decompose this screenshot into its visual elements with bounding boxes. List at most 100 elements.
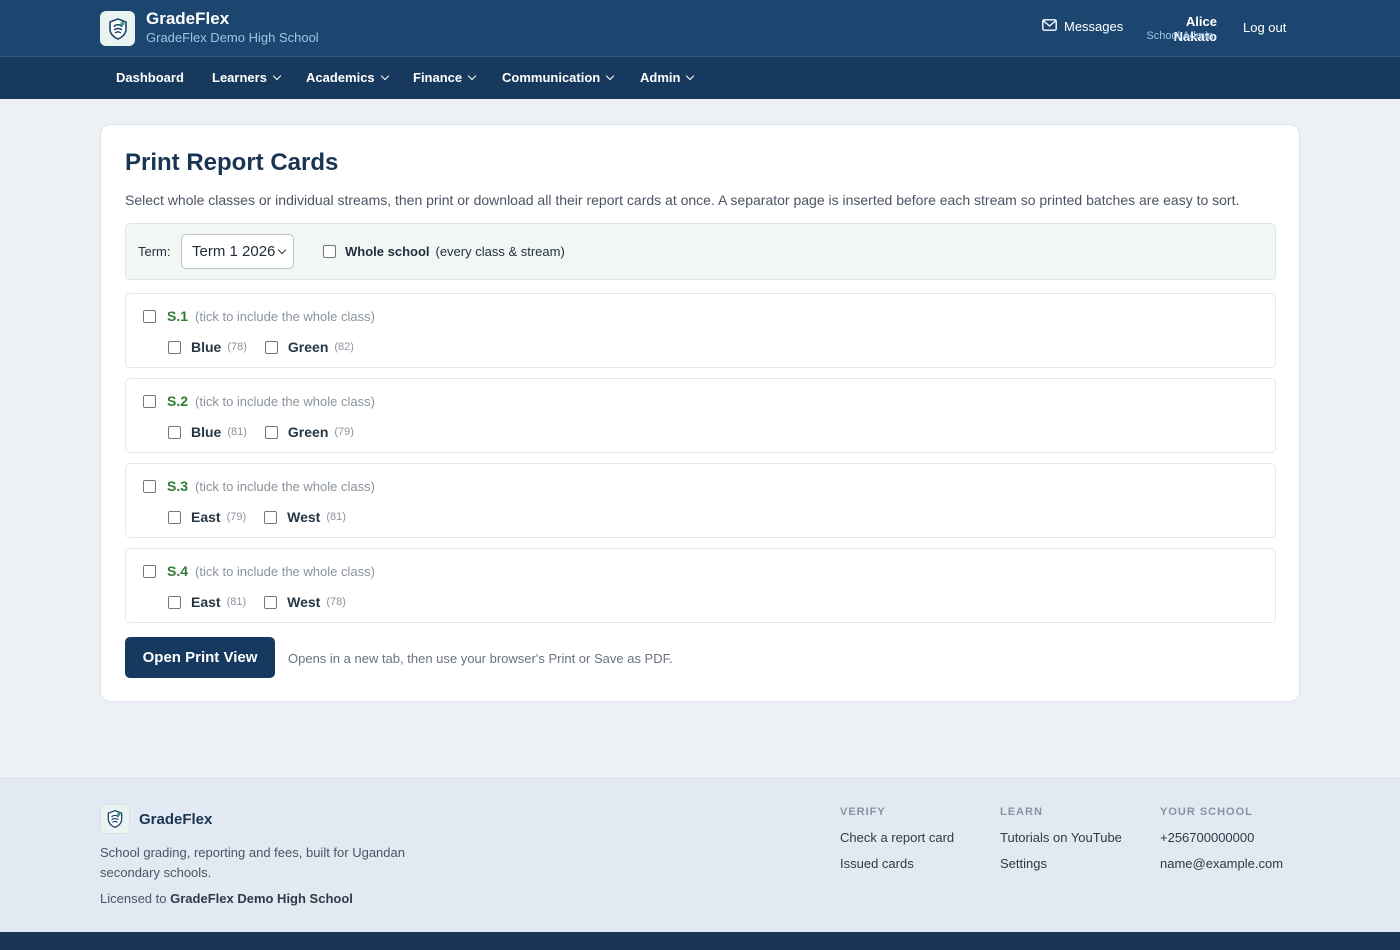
nav-finance[interactable]: Finance xyxy=(413,70,477,85)
stream-count: (81) xyxy=(226,596,247,608)
stream-count: (79) xyxy=(334,426,354,438)
class-row[interactable]: S.4 (tick to include the whole class) xyxy=(143,563,375,579)
class-checkbox-s4[interactable] xyxy=(143,564,156,578)
stream-name: East xyxy=(191,509,221,525)
nav-admin-label: Admin xyxy=(640,70,681,85)
school-name: GradeFlex Demo High School xyxy=(146,30,319,45)
term-label: Term: xyxy=(138,244,171,259)
class-hint: (tick to include the whole class) xyxy=(195,563,375,579)
chevron-down-icon xyxy=(277,245,287,255)
stream-name: West xyxy=(287,509,321,525)
footer-link[interactable]: Tutorials on YouTube xyxy=(1000,829,1122,846)
term-select-value: Term 1 2026 xyxy=(192,243,276,260)
filter-bar: Term: Term 1 2026 Whole school (every cl… xyxy=(125,223,1276,280)
stream-checkbox[interactable] xyxy=(168,425,181,439)
stream-option[interactable]: Blue (78) xyxy=(168,339,247,355)
nav-communication[interactable]: Communication xyxy=(502,70,615,85)
whole-school-hint: (every class & stream) xyxy=(435,244,565,259)
nav-admin[interactable]: Admin xyxy=(640,70,695,85)
envelope-icon xyxy=(1042,19,1057,34)
class-name: S.3 xyxy=(167,478,189,494)
stream-option[interactable]: Blue (81) xyxy=(168,424,247,440)
footer-link[interactable]: Check a report card xyxy=(840,829,954,846)
stream-option[interactable]: Green (79) xyxy=(264,424,354,440)
stream-option[interactable]: West (78) xyxy=(264,594,346,610)
nav-academics[interactable]: Academics xyxy=(306,70,389,85)
page-description: Select whole classes or individual strea… xyxy=(125,192,1240,208)
stream-checkbox[interactable] xyxy=(168,595,181,609)
stream-checkbox[interactable] xyxy=(168,510,181,524)
class-hint: (tick to include the whole class) xyxy=(195,308,375,324)
stream-name: Green xyxy=(287,339,329,355)
class-name: S.1 xyxy=(167,308,189,324)
stream-row: Blue (78) Green (82) xyxy=(168,339,372,355)
footer-licensed: Licensed to GradeFlex Demo High School xyxy=(100,891,353,906)
class-row[interactable]: S.3 (tick to include the whole class) xyxy=(143,478,375,494)
chevron-down-icon xyxy=(380,71,389,80)
stream-row: East (79) West (81) xyxy=(168,509,364,525)
footer-col-verify: VERIFY Check a report card Issued cards xyxy=(840,806,954,881)
footer-link[interactable]: name@example.com xyxy=(1160,855,1283,872)
stream-name: Green xyxy=(287,424,329,440)
stream-checkbox[interactable] xyxy=(264,510,278,524)
nav-finance-label: Finance xyxy=(413,70,463,85)
nav-learners[interactable]: Learners xyxy=(212,70,282,85)
nav-learners-label: Learners xyxy=(212,70,267,85)
stream-name: Blue xyxy=(191,339,222,355)
stream-name: East xyxy=(191,594,221,610)
class-block-s2: S.2 (tick to include the whole class) Bl… xyxy=(125,378,1276,453)
page-title: Print Report Cards xyxy=(125,149,339,176)
footer-col-your-school: YOUR SCHOOL +256700000000 name@example.c… xyxy=(1160,806,1283,881)
footer-link[interactable]: +256700000000 xyxy=(1160,829,1283,846)
stream-row: East (81) West (78) xyxy=(168,594,364,610)
class-hint: (tick to include the whole class) xyxy=(195,393,375,409)
chevron-down-icon xyxy=(272,71,282,80)
footer-heading: VERIFY xyxy=(840,806,886,818)
nav-dashboard[interactable]: Dashboard xyxy=(116,70,184,85)
nav-academics-label: Academics xyxy=(306,70,375,85)
whole-school-checkbox[interactable] xyxy=(323,245,336,258)
nav-dashboard-label: Dashboard xyxy=(116,70,184,85)
whole-school-label: Whole school xyxy=(345,244,430,259)
stream-option[interactable]: Green (82) xyxy=(264,339,354,355)
class-block-s3: S.3 (tick to include the whole class) Ea… xyxy=(125,463,1276,538)
footer-link[interactable]: Settings xyxy=(1000,855,1122,872)
chevron-down-icon xyxy=(605,71,615,80)
stream-option[interactable]: East (81) xyxy=(168,594,246,610)
logout-link[interactable]: Log out xyxy=(1243,20,1286,35)
whole-school-option[interactable]: Whole school (every class & stream) xyxy=(323,244,565,259)
messages-link[interactable]: Messages xyxy=(1042,19,1123,34)
term-select[interactable]: Term 1 2026 xyxy=(181,234,294,269)
stream-row: Blue (81) Green (79) xyxy=(168,424,372,440)
stream-option[interactable]: East (79) xyxy=(168,509,246,525)
stream-option[interactable]: West (81) xyxy=(264,509,346,525)
class-checkbox-s1[interactable] xyxy=(143,309,156,323)
class-block-s4: S.4 (tick to include the whole class) Ea… xyxy=(125,548,1276,623)
stream-count: (81) xyxy=(326,511,346,523)
footer-heading: LEARN xyxy=(1000,806,1043,818)
footer-tagline: School grading, reporting and fees, buil… xyxy=(100,845,405,880)
class-checkbox-s3[interactable] xyxy=(143,479,156,493)
licensed-school: GradeFlex Demo High School xyxy=(170,891,353,906)
footer-link[interactable]: Issued cards xyxy=(840,855,954,872)
stream-count: (82) xyxy=(334,341,354,353)
top-header: GradeFlex GradeFlex Demo High School Mes… xyxy=(0,0,1400,57)
stream-name: Blue xyxy=(191,424,222,440)
chevron-down-icon xyxy=(467,71,477,80)
class-checkbox-s2[interactable] xyxy=(143,394,156,408)
stream-count: (81) xyxy=(227,426,247,438)
stream-count: (78) xyxy=(326,596,346,608)
class-row[interactable]: S.2 (tick to include the whole class) xyxy=(143,393,375,409)
class-name: S.2 xyxy=(167,393,189,409)
stream-checkbox[interactable] xyxy=(264,340,278,354)
stream-checkbox[interactable] xyxy=(168,340,181,354)
nav-communication-label: Communication xyxy=(502,70,601,85)
class-block-s1: S.1 (tick to include the whole class) Bl… xyxy=(125,293,1276,368)
stream-checkbox[interactable] xyxy=(264,425,278,439)
shield-logo-icon xyxy=(100,804,130,834)
stream-checkbox[interactable] xyxy=(264,595,278,609)
class-row[interactable]: S.1 (tick to include the whole class) xyxy=(143,308,375,324)
open-print-view-button[interactable]: Open Print View xyxy=(125,637,275,678)
shield-logo-icon[interactable] xyxy=(100,11,135,46)
chevron-down-icon xyxy=(686,71,695,80)
